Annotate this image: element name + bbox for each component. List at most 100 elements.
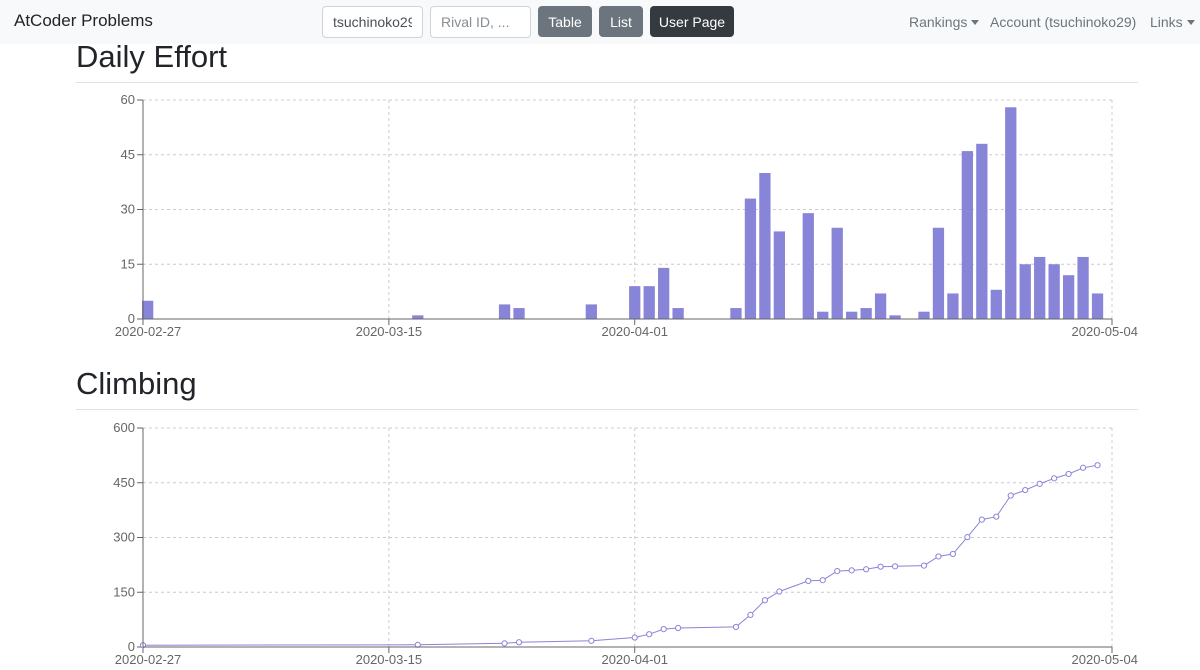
data-point	[978, 516, 985, 523]
links-label: Links	[1150, 14, 1183, 30]
bar	[831, 227, 843, 319]
bar	[412, 315, 424, 319]
bar	[802, 213, 814, 319]
data-point	[747, 611, 754, 618]
x-tick-label: 2020-04-01	[601, 652, 668, 667]
y-tick-label: 15	[121, 256, 135, 271]
y-tick-label: 30	[121, 202, 135, 217]
user-page-button[interactable]: User Page	[650, 6, 734, 37]
bar	[1091, 293, 1104, 319]
rival-id-input[interactable]	[430, 6, 531, 38]
climbing-divider	[76, 409, 1138, 410]
bar	[846, 311, 858, 319]
data-point	[761, 597, 768, 604]
climbing-title: Climbing	[76, 366, 197, 401]
data-point	[993, 513, 1000, 520]
caret-down-icon	[971, 20, 980, 25]
x-tick-label: 2020-02-27	[115, 324, 182, 339]
daily-effort-divider	[76, 82, 1138, 83]
bar	[860, 308, 872, 319]
links-dropdown[interactable]: Links	[1150, 14, 1195, 30]
bar	[961, 151, 974, 319]
rankings-dropdown[interactable]: Rankings	[909, 14, 980, 30]
table-button[interactable]: Table	[538, 6, 592, 37]
y-tick-label: 600	[113, 420, 135, 435]
y-tick-label: 60	[121, 92, 135, 107]
data-point	[1065, 470, 1072, 478]
y-tick-label: 150	[113, 584, 135, 599]
bar	[990, 289, 1002, 319]
x-tick-label: 2020-04-01	[601, 324, 668, 339]
bar	[932, 227, 945, 319]
data-point	[646, 631, 653, 638]
caret-down-icon	[1186, 20, 1195, 25]
x-tick-label: 2020-03-15	[356, 324, 423, 339]
bar	[730, 308, 742, 319]
x-tick-label: 2020-05-04	[1072, 324, 1139, 339]
bar	[817, 311, 829, 319]
bar	[976, 143, 988, 319]
data-point	[877, 563, 884, 570]
data-point	[1036, 480, 1043, 487]
daily-effort-chart: 0153045602020-02-27 2020-03-15 2020-04-01 2…	[115, 92, 1139, 339]
rankings-label: Rankings	[909, 14, 968, 30]
bar	[1077, 256, 1089, 319]
bar	[585, 304, 597, 319]
x-tick-label: 2020-03-15	[356, 652, 423, 667]
data-point	[1022, 486, 1029, 494]
bar	[629, 286, 641, 319]
bar	[947, 293, 959, 319]
daily-effort-title: Daily Effort	[76, 39, 228, 74]
data-point	[515, 639, 523, 646]
data-point	[848, 567, 855, 574]
navbar: AtCoder Problems Table List User Page Ra…	[0, 0, 1200, 44]
data-point	[819, 577, 826, 584]
data-point	[1079, 464, 1087, 471]
data-point	[631, 634, 638, 641]
data-point	[863, 566, 870, 573]
data-point	[1094, 462, 1101, 469]
user-id-input[interactable]	[322, 6, 423, 38]
bar	[498, 304, 511, 319]
bar	[672, 308, 684, 319]
x-tick-label: 2020-02-27	[115, 652, 182, 667]
bar	[1062, 275, 1075, 319]
data-point	[776, 588, 783, 595]
bar	[658, 267, 670, 319]
data-point	[732, 623, 740, 631]
data-point	[891, 563, 899, 570]
data-point	[1007, 492, 1014, 499]
x-tick-label: 2020-05-04	[1072, 652, 1139, 667]
bar	[1048, 264, 1060, 319]
bar	[744, 198, 757, 319]
climbing-chart: 01503004506002020-02-27 2020-03-15 2020-04…	[113, 420, 1139, 667]
data-point	[1051, 475, 1058, 482]
bar	[1005, 107, 1017, 319]
bar	[918, 311, 930, 319]
bar	[142, 300, 154, 319]
data-point	[920, 562, 928, 569]
bar	[1034, 256, 1046, 319]
bar	[1019, 264, 1031, 319]
bar	[874, 293, 887, 319]
y-tick-label: 300	[113, 530, 135, 545]
y-tick-label: 45	[121, 147, 135, 162]
data-point	[834, 567, 841, 575]
data-point	[935, 553, 942, 560]
brand-link[interactable]: AtCoder Problems	[14, 11, 153, 31]
account-link[interactable]: Account (tsuchinoko29)	[990, 14, 1136, 30]
data-point	[949, 550, 957, 558]
data-point	[964, 534, 971, 541]
data-point	[805, 577, 812, 585]
bar	[889, 315, 901, 319]
bar	[773, 231, 785, 319]
bar	[759, 173, 771, 319]
data-point	[501, 640, 508, 647]
bar	[513, 308, 525, 319]
data-point	[588, 637, 595, 644]
y-tick-label: 450	[113, 475, 135, 490]
list-button[interactable]: List	[599, 6, 643, 37]
data-point	[675, 624, 682, 632]
bar	[643, 286, 655, 319]
data-point	[660, 626, 667, 633]
